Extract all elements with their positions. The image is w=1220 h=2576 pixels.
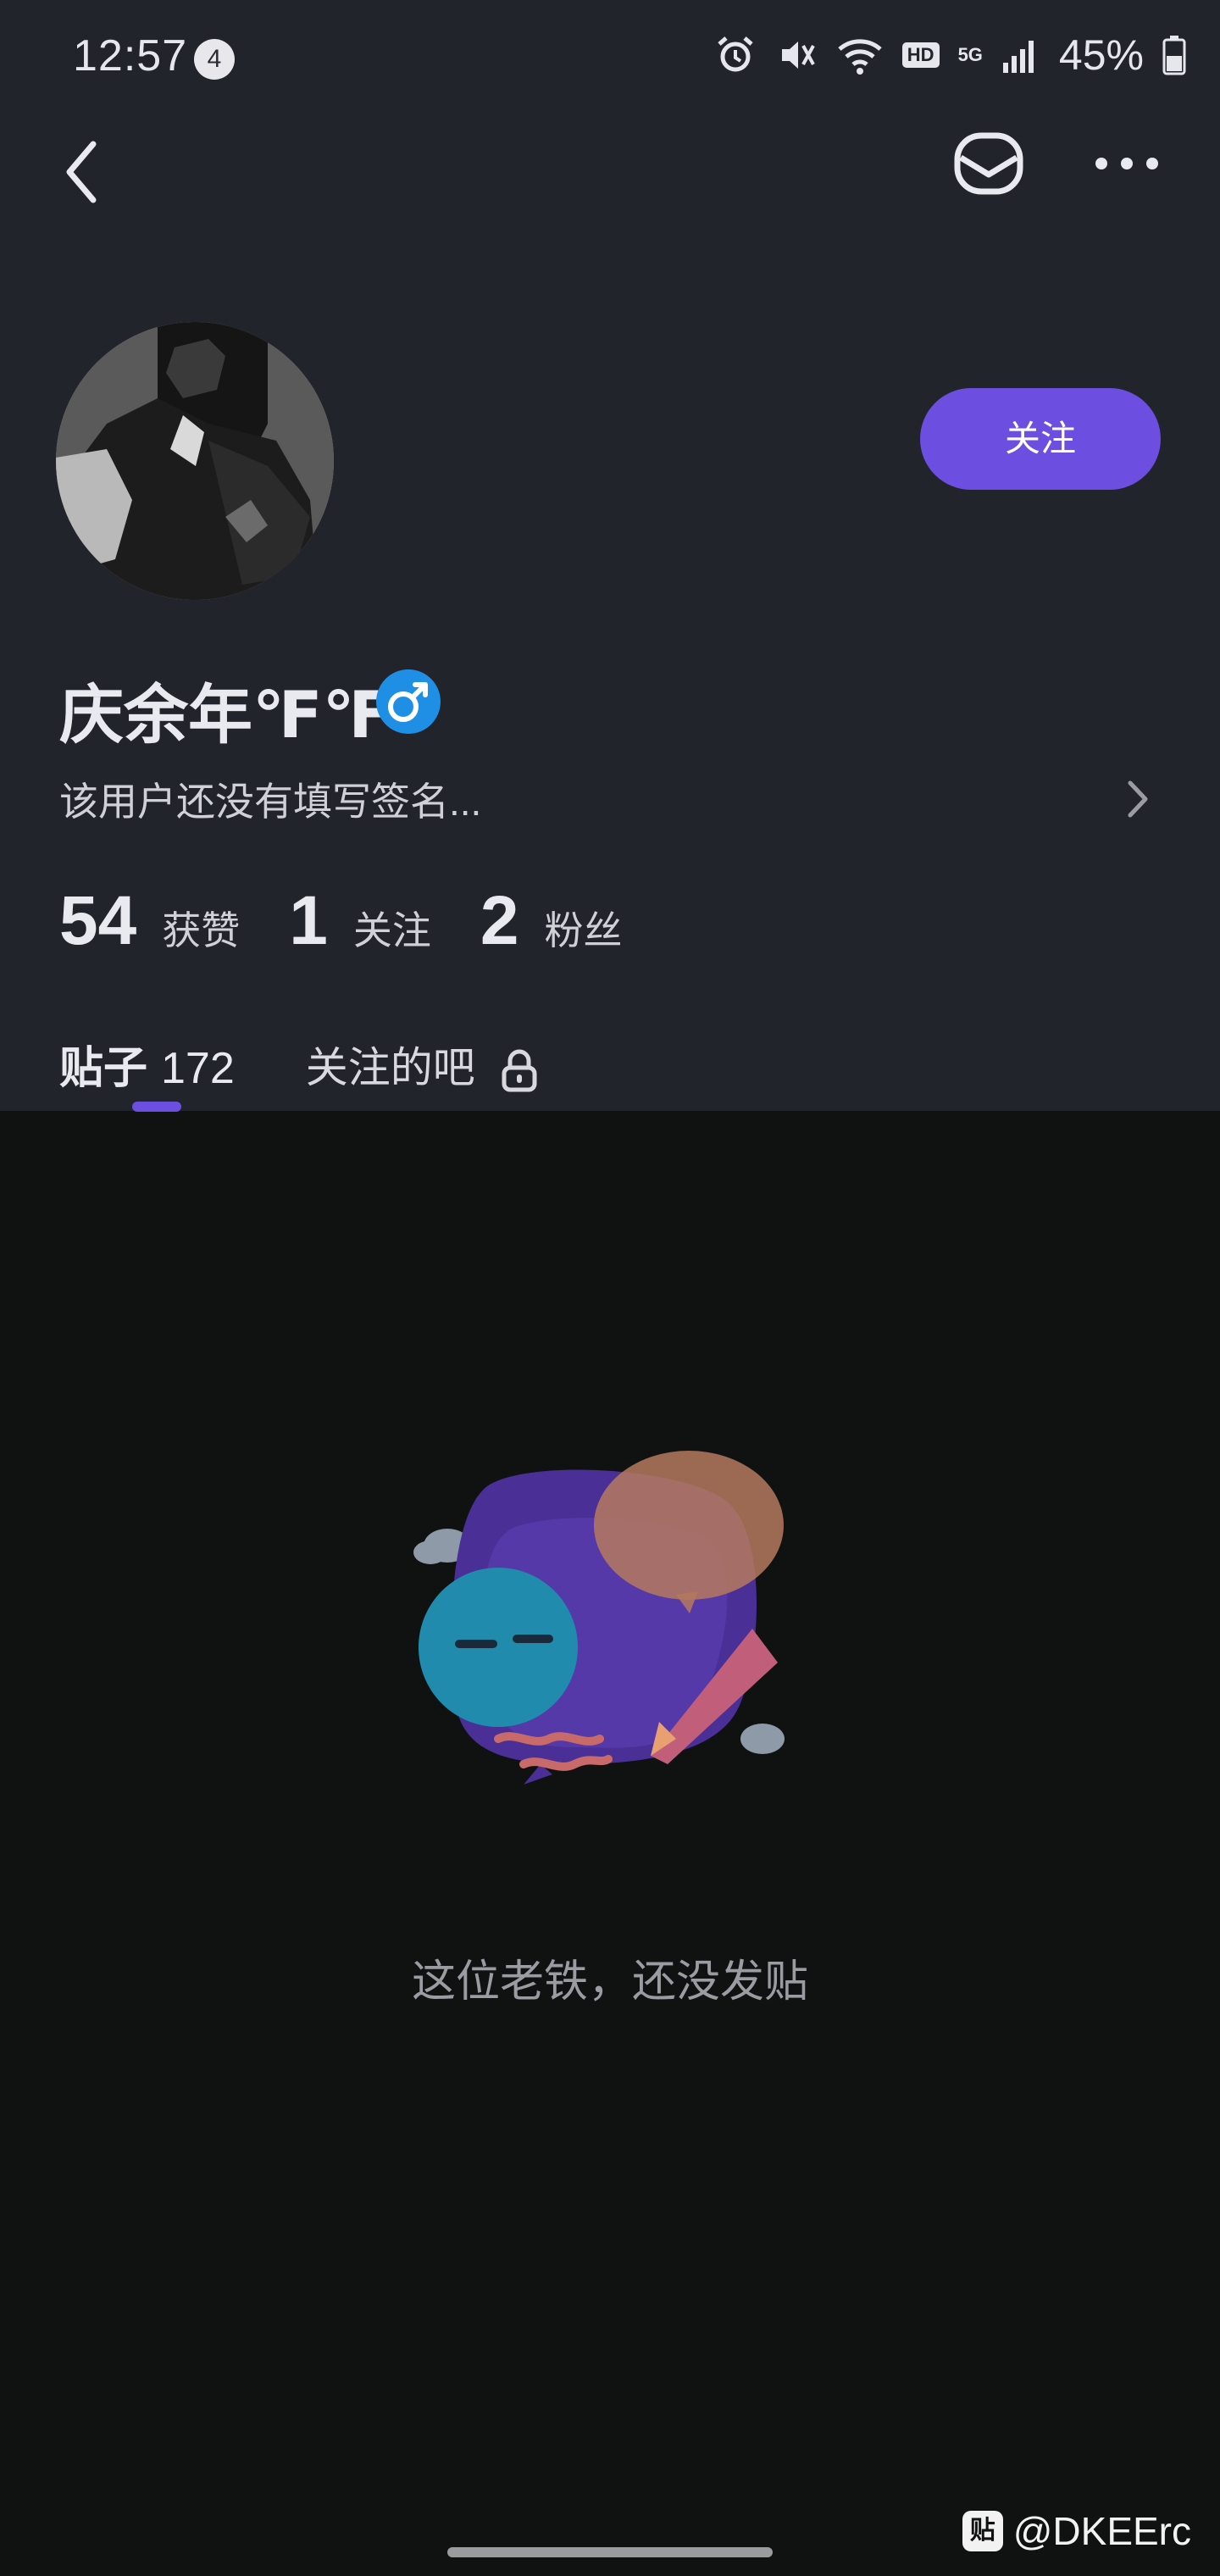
status-bar: 12:57 4 HD 5G 45% <box>0 0 1220 119</box>
empty-state-message: 这位老铁，还没发贴 <box>411 1957 808 2007</box>
username: 庆余年℉℉ <box>59 680 393 752</box>
follow-button[interactable]: 关注 <box>920 388 1161 490</box>
notification-count-badge: 4 <box>194 39 235 80</box>
chevron-right-icon[interactable] <box>1125 778 1151 820</box>
mail-icon[interactable] <box>952 127 1025 200</box>
status-icons: HD 5G 45% <box>714 31 1186 80</box>
mute-icon <box>781 42 815 69</box>
network-5g-label: 5G <box>957 44 983 65</box>
avatar[interactable] <box>56 322 334 600</box>
battery-percent: 45% <box>1058 31 1144 79</box>
active-tab-indicator <box>132 1102 181 1112</box>
back-icon[interactable] <box>59 134 119 210</box>
home-indicator[interactable] <box>447 2547 773 2557</box>
following-label[interactable]: 关注 <box>353 900 431 956</box>
hd-icon: HD <box>901 42 940 68</box>
bio-text[interactable]: 该用户还没有填写签名... <box>59 771 481 827</box>
wifi-icon <box>838 39 882 75</box>
following-count[interactable]: 1 <box>289 881 328 961</box>
top-nav-bar <box>0 119 1220 212</box>
tab-posts-count: 172 <box>161 1044 235 1093</box>
empty-posts-illustration <box>413 1451 785 1785</box>
signal-icon <box>1002 41 1034 73</box>
tab-posts[interactable]: 贴子 172 <box>59 1032 235 1096</box>
status-time: 12:57 <box>73 31 188 80</box>
lock-icon <box>502 1049 537 1092</box>
profile-stats: 54 获赞 1 关注 2 粉丝 <box>59 881 671 961</box>
gender-male-badge <box>376 669 441 734</box>
alarm-icon <box>718 36 753 72</box>
profile-tabs: 贴子 172 关注的吧 <box>59 1032 538 1096</box>
tab-posts-label: 贴子 <box>59 1044 148 1093</box>
likes-label[interactable]: 获赞 <box>162 900 240 956</box>
male-icon <box>388 682 428 722</box>
watermark-text: @DKEErc <box>1012 2509 1191 2553</box>
fans-count[interactable]: 2 <box>480 881 519 961</box>
battery-icon <box>1162 36 1186 75</box>
watermark: 贴 @DKEErc <box>962 2508 1191 2554</box>
tieba-logo-icon: 贴 <box>962 2511 1003 2551</box>
more-icon[interactable] <box>1093 151 1161 176</box>
tab-followed-bars-label: 关注的吧 <box>305 1043 475 1091</box>
tab-followed-bars[interactable]: 关注的吧 <box>306 1034 538 1095</box>
fans-label[interactable]: 粉丝 <box>544 900 622 956</box>
likes-count[interactable]: 54 <box>59 881 136 961</box>
